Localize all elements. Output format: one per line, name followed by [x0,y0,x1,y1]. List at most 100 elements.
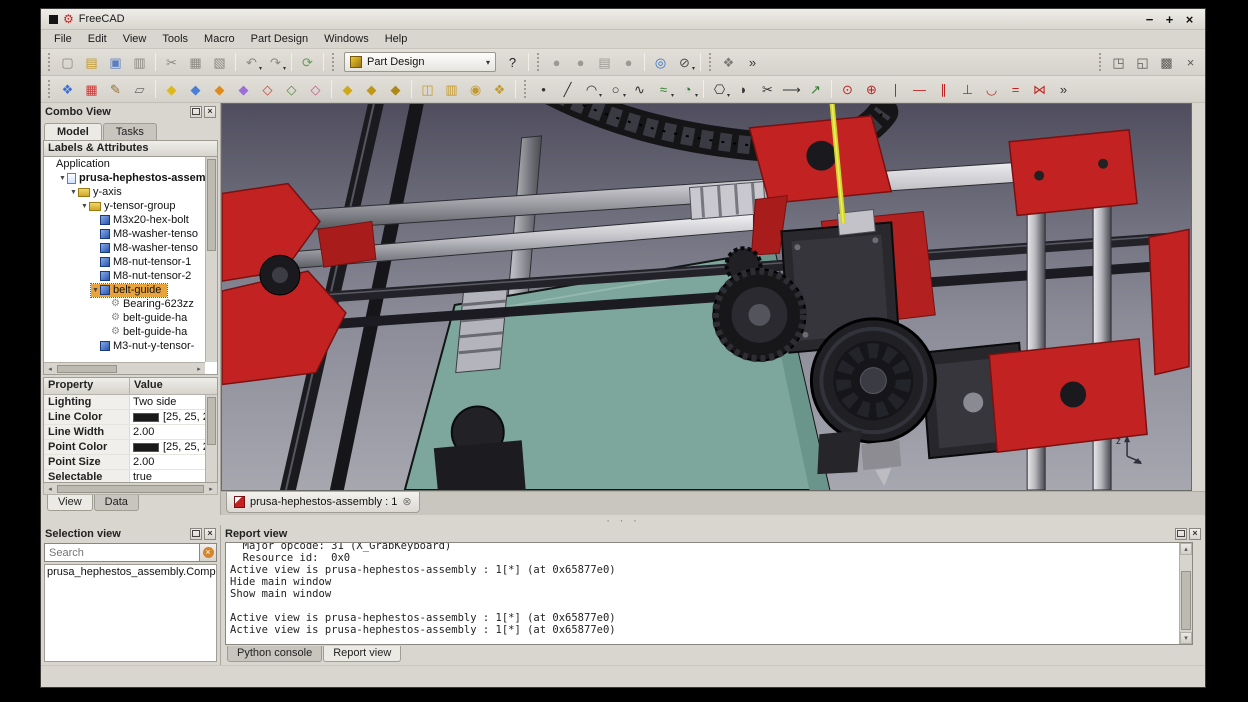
scroll-up-arrow-icon[interactable]: ▴ [1180,543,1192,555]
float-panel-icon[interactable] [1175,528,1187,540]
edit-sketch-button[interactable]: ✎ [104,78,127,100]
tree-horizontal-scrollbar[interactable]: ◂ ▸ [44,362,205,374]
tree-item-m8-washer-tenso[interactable]: M8-washer-tenso [44,241,205,255]
refresh-button[interactable]: ⟳ [296,51,319,73]
constraint-horizontal-button[interactable]: ― [908,78,931,100]
float-panel-icon[interactable] [190,528,202,540]
constraint-perpendicular-button[interactable]: ⊥ [956,78,979,100]
additive-loft-button[interactable]: ◆ [208,78,231,100]
chamfer-button[interactable]: ◆ [360,78,383,100]
additive-pipe-button[interactable]: ◆ [232,78,255,100]
sketch-conic-button[interactable]: ◔▾ [676,78,699,100]
menu-macro[interactable]: Macro [197,32,242,46]
toolbar-grip[interactable] [1099,53,1102,71]
tree-item-selected[interactable]: ▼belt-guide [91,284,167,297]
groove-button[interactable]: ◇ [304,78,327,100]
toolbar-grip[interactable] [332,53,335,71]
sketch-point-button[interactable]: • [532,78,555,100]
property-row-line-width[interactable]: Line Width2.00 [44,425,205,440]
property-value[interactable]: [25, 25, 25] [130,410,205,424]
3d-viewport[interactable]: z [221,103,1192,491]
tree-item-content[interactable]: M8-washer-tenso [91,228,198,241]
tree-item-m3-nut-y-tensor[interactable]: M3-nut-y-tensor- [44,339,205,353]
toolbar-grip[interactable] [537,53,540,71]
tree-item-content[interactable]: ⚙belt-guide-ha [102,326,187,339]
float-panel-icon[interactable] [190,106,202,118]
measurement-clear-button[interactable]: × [1179,51,1202,73]
property-value[interactable]: true [130,470,205,482]
pad-button[interactable]: ◆ [160,78,183,100]
minimize-button[interactable]: − [1142,12,1157,27]
property-value[interactable]: 2.00 [130,455,205,469]
external-geometry-button[interactable]: ↗ [804,78,827,100]
close-panel-icon[interactable] [1189,528,1201,540]
tree-item-content[interactable]: Application [47,158,110,171]
tree-item-content[interactable]: M8-nut-tensor-2 [91,270,191,283]
constraint-point-on-object-button[interactable]: ⊕ [860,78,883,100]
tree-vertical-scrollbar[interactable] [205,157,217,362]
expander-icon[interactable]: ▼ [91,287,100,294]
tree-item-content[interactable]: ▼y-axis [69,186,122,199]
scrollbar-thumb[interactable] [57,365,117,373]
toolbar-overflow-button[interactable]: » [1052,78,1075,100]
draft-button[interactable]: ◆ [384,78,407,100]
macro-record-button[interactable]: ● [545,51,568,73]
property-row-line-color[interactable]: Line Color[25, 25, 25] [44,410,205,425]
new-document-button[interactable]: ▢ [56,51,79,73]
tree-item-content[interactable]: ▼prusa-hephestos-assembly [58,172,205,185]
tree-item-content[interactable]: M8-washer-tenso [91,242,198,255]
sketch-polygon-button[interactable]: ⎔▾ [708,78,731,100]
scrollbar-thumb[interactable] [207,159,216,251]
tree-item-belt-guide-ha[interactable]: ⚙belt-guide-ha [44,325,205,339]
fillet-button[interactable]: ◆ [336,78,359,100]
macro-stop-button[interactable]: ● [569,51,592,73]
property-row-selectable[interactable]: Selectabletrue [44,470,205,482]
tree-item-prusa-hephestos-assembly[interactable]: ▼prusa-hephestos-assembly [44,171,205,185]
property-row-point-size[interactable]: Point Size2.00 [44,455,205,470]
window-menu-icon[interactable] [49,15,58,24]
scroll-right-arrow-icon[interactable]: ▸ [205,483,217,494]
tree-item-bearing-623zz[interactable]: ⚙Bearing-623zz [44,297,205,311]
constraint-equal-button[interactable]: = [1004,78,1027,100]
scrollbar-thumb[interactable] [57,485,204,493]
tree-item-m8-nut-tensor-2[interactable]: M8-nut-tensor-2 [44,269,205,283]
tree-item-belt-guide[interactable]: ▼belt-guide [44,283,205,297]
scroll-left-arrow-icon[interactable]: ◂ [44,363,56,374]
toolbar-grip[interactable] [709,53,712,71]
revolution-button[interactable]: ◆ [184,78,207,100]
tree-item-m3x20-hex-bolt[interactable]: M3x20-hex-bolt [44,213,205,227]
scrollbar-thumb[interactable] [1181,571,1191,630]
tree-item-y-tensor-group[interactable]: ▼y-tensor-group [44,199,205,213]
macro-edit-button[interactable]: ▤ [593,51,616,73]
tab-tasks[interactable]: Tasks [103,123,157,140]
toolbar-grip[interactable] [48,53,51,71]
property-row-lighting[interactable]: LightingTwo side [44,395,205,410]
tree-item-m8-washer-tenso[interactable]: M8-washer-tenso [44,227,205,241]
macro-execute-button[interactable]: ● [617,51,640,73]
scrollbar-thumb[interactable] [207,397,216,445]
expander-icon[interactable]: ▼ [58,175,67,182]
sketch-circle-button[interactable]: ○▾ [604,78,627,100]
sketch-extend-button[interactable]: ⟶ [780,78,803,100]
document-tab[interactable]: prusa-hephestos-assembly : 1 ⊗ [226,492,420,513]
tree-item-content[interactable]: M8-nut-tensor-1 [91,256,191,269]
property-horizontal-scrollbar[interactable]: ◂ ▸ [43,483,218,495]
console-scrollbar[interactable]: ▴ ▾ [1179,543,1192,644]
constraint-coincident-button[interactable]: ⊙ [836,78,859,100]
menu-part-design[interactable]: Part Design [244,32,315,46]
constraint-vertical-button[interactable]: ∣ [884,78,907,100]
menu-help[interactable]: Help [378,32,415,46]
toolbar-overflow-button[interactable]: » [741,51,764,73]
tree-item-content[interactable]: ▼y-tensor-group [80,200,176,213]
scroll-right-arrow-icon[interactable]: ▸ [193,363,205,374]
toggle-selectability-button[interactable]: ▩ [1155,51,1178,73]
tree-item-content[interactable]: ⚙belt-guide-ha [102,312,187,325]
tab-model[interactable]: Model [44,123,102,140]
scroll-down-arrow-icon[interactable]: ▾ [1180,632,1192,644]
property-value[interactable]: Two side [130,395,205,409]
sketch-arc-button[interactable]: ◠▾ [580,78,603,100]
copy-button[interactable]: ▦ [184,51,207,73]
tab-data[interactable]: Data [94,495,139,511]
sketch-slot-button[interactable]: ◗ [732,78,755,100]
tree-item-content[interactable]: M3x20-hex-bolt [91,214,189,227]
